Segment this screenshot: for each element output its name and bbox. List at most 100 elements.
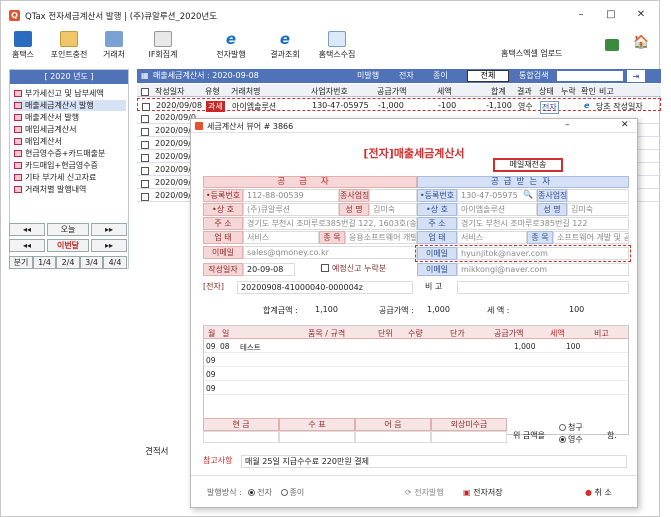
e-issue-button[interactable]: e 전자발행 [211,31,251,60]
supplier-regno[interactable]: 112-88-00539 [243,189,339,202]
cash-card-sales-icon [14,150,22,157]
minimize-button[interactable]: – [567,7,595,23]
home-icon[interactable]: 🏠 [633,35,649,50]
sidebar-item-other-vat[interactable]: 기타 부가세 신고자료 [14,172,96,183]
pay-bill-input[interactable] [355,431,431,443]
sidebar-item-purchase-tax-invoice[interactable]: 매입세금계산서 [14,124,77,135]
viewer-title-bar: 세금계산서 뷰어 # 3866 – ✕ [191,119,637,133]
item-row[interactable]: 09 [204,368,628,381]
viewer-logo-icon [195,122,203,130]
sidebar-item-sales-invoice[interactable]: 매출계산서 발행 [14,112,79,123]
viewer-minimize-button[interactable]: – [565,120,570,130]
buyer-email1[interactable]: hyunjitok@naver.com [457,247,629,260]
summary-tax: 100 [569,305,585,314]
hometax-button[interactable]: 홈택스 [9,31,37,60]
supplier-biz[interactable]: 서비스 [243,231,319,244]
item-row[interactable]: 09 [204,382,628,395]
row-bizno: 130-47-05975 [312,101,369,110]
quarter-2-button[interactable]: 2/4 [56,256,80,269]
aggregate-button[interactable]: IF회집계 [145,31,181,60]
result-query-button[interactable]: e 결과조회 [265,31,305,60]
method-electronic-radio[interactable]: 전자 [248,488,272,497]
item-month: 09 [206,342,216,351]
footer-estimate-label[interactable]: 견적서 [145,445,168,457]
e-save-button[interactable]: ▣ 전자저장 [463,487,503,498]
viewer-title: 세금계산서 뷰어 # 3866 [207,122,294,131]
resend-email-button[interactable]: 메일재전송 [493,158,563,172]
excel-icon[interactable] [605,39,619,51]
sidebar-item-cash-card-sales[interactable]: 현금영수증+카드매출분 [14,148,105,159]
this-month-button[interactable]: 이번달 [47,239,89,252]
pay-bill-label: 어 음 [355,418,431,431]
excel-upload-button[interactable]: 홈택스엑셀 업로드 [501,48,562,59]
sidebar-item-partner-history[interactable]: 거래처별 발행내역 [14,184,86,195]
quarter-3-button[interactable]: 3/4 [80,256,103,269]
supplier-email[interactable]: sales@qmoney.co.kr [243,246,417,259]
search-go-button[interactable]: ⇥ [627,70,645,82]
search-input[interactable] [557,71,623,81]
cancel-button[interactable]: ● 취 소 [585,487,612,498]
sidebar-item-card-cash-purchase[interactable]: 카드매입+현금영수증 [14,160,98,171]
doc-number[interactable]: 20200908-41000040-000004z [237,281,413,294]
item-month: 09 [206,384,216,393]
next-day-button[interactable]: ▸▸ [91,223,127,236]
prev-month-button[interactable]: ◂◂ [9,239,45,252]
quarter-1-button[interactable]: 1/4 [33,256,56,269]
supplier-addr[interactable]: 경기도 부천시 조마루로385번길 122, 1603호(송의동 [243,217,417,230]
purchase-tax-invoice-icon [14,126,22,133]
pay-cash-input[interactable] [203,431,279,443]
e-issue-label: 전자발행 [216,50,246,59]
date-navigator: ◂◂ 오늘 ▸▸ ◂◂ 이번달 ▸▸ 분기 1/4 2/4 3/4 4/4 [9,223,129,273]
other-vat-icon [14,174,22,181]
ham-label: 함. [607,431,617,440]
quarter-4-button[interactable]: 4/4 [103,256,127,269]
pay-credit-input[interactable] [431,431,507,443]
buyer-ceo[interactable]: 김미숙 [567,203,629,216]
filter-all[interactable]: 전체 [467,70,509,82]
filter-unissued[interactable]: 미발행 [357,69,379,83]
sidebar-item-purchase-invoice[interactable]: 매입계산서 [14,136,62,147]
pay-check-input[interactable] [279,431,355,443]
next-month-button[interactable]: ▸▸ [91,239,127,252]
partner-button[interactable]: 거래처 [99,31,129,60]
close-button[interactable]: ✕ [627,7,655,23]
table-row[interactable]: 2020/09/08 과세 아이엠솔루션 130-47-05975 -1,000… [137,98,661,114]
supplier-item[interactable]: 응용소프트웨어 개발 [345,231,417,244]
reserve-checkbox[interactable]: 예정신고 누락분 [321,263,417,276]
item-month: 09 [206,370,216,379]
sidebar-item-vat-report[interactable]: 부가세신고 및 납부세액 [14,88,104,99]
e-issue-footer-button[interactable]: ⟳ 전자발행 [405,487,444,498]
buyer-item[interactable]: 소프트웨어 개발 및 공 [553,231,629,244]
buyer-search-icon[interactable]: 🔍 [523,189,535,202]
hometax-collect-button[interactable]: 홈택스수집 [315,31,359,60]
maximize-button[interactable]: □ [597,7,625,23]
row-e-icon[interactable]: e [584,101,589,110]
remark-input[interactable] [457,281,629,294]
filter-paper[interactable]: 종이 [433,69,448,83]
item-month: 09 [206,356,216,365]
viewer-close-button[interactable]: ✕ [621,120,629,130]
point-charge-button[interactable]: 포인트충전 [47,31,91,60]
partner-label: 거래처 [102,50,126,59]
buyer-subno[interactable] [567,189,629,202]
supplier-ceo[interactable]: 김미숙 [369,203,417,216]
receipt-radio[interactable]: 영수 [559,434,583,445]
supplier-subno[interactable] [369,189,417,202]
supplier-name[interactable]: (주)큐알루션 [243,203,339,216]
buyer-name[interactable]: 아이엠솔루션 [457,203,537,216]
buyer-addr[interactable]: 경기도 부천시 조마루로385번길 122 [457,217,629,230]
item-row[interactable]: 09 [204,354,628,367]
memo-input[interactable]: 매월 25일 지급수수료 220만원 결제 [241,455,627,468]
col-supply: 공급가액 [377,87,407,96]
buyer-email2[interactable]: mikkongi@naver.com [457,263,629,276]
filter-electronic[interactable]: 전자 [399,69,414,83]
sidebar-item-sales-tax-invoice[interactable]: 매출세금계산서 발행 [14,100,126,111]
method-paper-radio[interactable]: 종이 [280,488,304,497]
today-button[interactable]: 오늘 [47,223,89,236]
claim-radio[interactable]: 청구 [559,422,583,433]
buyer-biz[interactable]: 서비스 [457,231,527,244]
item-tax: 100 [566,342,581,351]
item-row[interactable]: 09 08 테스트 1,000 100 [204,340,628,353]
prev-day-button[interactable]: ◂◂ [9,223,45,236]
write-date-input[interactable]: 20-09-08 [243,263,295,276]
